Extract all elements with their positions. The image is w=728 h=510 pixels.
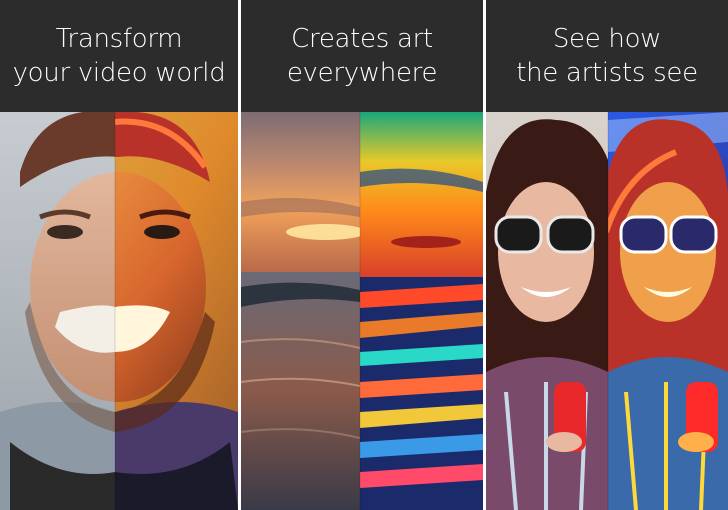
panel-title: Transform your video world — [12, 24, 226, 88]
panel-transform: Transform your video world — [0, 0, 238, 510]
selfie-girl-photo — [486, 112, 728, 510]
panel-title: Creates art everywhere — [286, 24, 438, 88]
panel-creates-art: Creates art everywhere — [241, 0, 483, 510]
portrait-photo — [0, 112, 238, 510]
panel-caption: Transform your video world — [0, 0, 238, 112]
sunset-beach-photo — [241, 112, 483, 510]
panel-title: See how the artists see — [516, 24, 698, 88]
panel-caption: See how the artists see — [486, 0, 728, 112]
panel-artists-see: See how the artists see — [486, 0, 728, 510]
panel-caption: Creates art everywhere — [241, 0, 483, 112]
